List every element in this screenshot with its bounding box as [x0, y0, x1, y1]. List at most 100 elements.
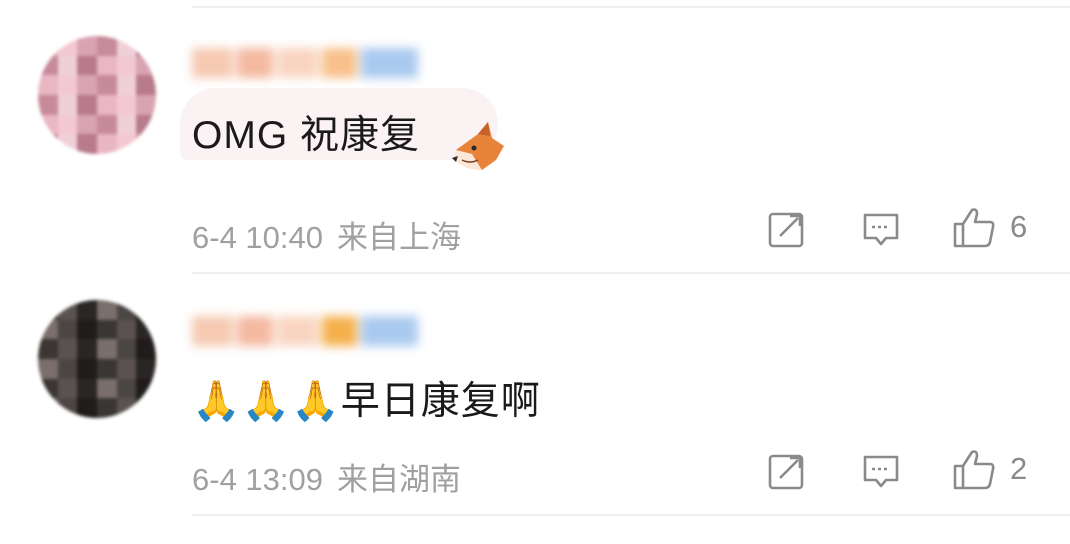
avatar-pixel	[57, 94, 78, 115]
avatar-pixel	[57, 339, 78, 359]
comment-text: 🙏🙏🙏早日康复啊	[192, 370, 541, 426]
avatar-pixel	[116, 358, 137, 379]
avatar-pixel	[57, 114, 78, 135]
avatar[interactable]	[38, 300, 156, 418]
avatar-pixel	[77, 358, 97, 379]
avatar-mosaic	[38, 300, 156, 418]
avatar-pixel	[96, 94, 117, 115]
avatar-mosaic	[38, 36, 156, 154]
avatar-pixel	[96, 319, 117, 340]
avatar-pixel	[96, 339, 117, 359]
avatar-pixel	[38, 36, 58, 56]
avatar-pixel	[136, 94, 156, 115]
username-pixel	[360, 316, 419, 346]
avatar-pixel	[77, 339, 97, 359]
username[interactable]	[192, 312, 422, 350]
avatar-pixel	[57, 398, 78, 418]
thumbs-up-icon	[953, 208, 995, 248]
share-button[interactable]	[768, 210, 806, 248]
avatar-pixel	[38, 319, 58, 340]
avatar-pixel	[57, 134, 78, 154]
avatar-pixel	[136, 378, 156, 399]
avatar-pixel	[38, 339, 58, 359]
avatar-pixel	[116, 398, 137, 418]
avatar-pixel	[116, 75, 137, 95]
comment-icon	[863, 455, 899, 488]
avatar-pixel	[136, 114, 156, 135]
avatar-pixel	[116, 319, 137, 340]
comment-meta: 6-4 13:09 来自湖南	[192, 454, 461, 499]
share-icon	[768, 454, 804, 490]
avatar-pixel	[38, 134, 58, 154]
avatar-pixel	[96, 55, 117, 76]
thumbs-up-icon	[953, 450, 995, 490]
avatar-pixel	[116, 55, 137, 76]
share-button[interactable]	[768, 452, 806, 490]
like-count: 2	[1010, 451, 1028, 486]
avatar-pixel	[38, 378, 58, 399]
comment-location: 来自湖南	[337, 462, 461, 497]
reply-button[interactable]	[862, 452, 900, 490]
username-pixel	[277, 48, 318, 78]
avatar-pixel	[136, 319, 156, 340]
avatar-pixel	[116, 300, 137, 320]
top-divider	[192, 6, 1070, 8]
username-pixel	[321, 48, 357, 78]
avatar-pixel	[77, 134, 97, 154]
comment-icon	[863, 213, 899, 246]
fox-sticker-icon	[452, 122, 504, 170]
username-pixel	[192, 316, 233, 346]
like-button[interactable]: 2	[952, 448, 1027, 490]
avatar-pixel	[96, 378, 117, 399]
avatar-pixel	[136, 55, 156, 76]
avatar[interactable]	[38, 36, 156, 154]
avatar-pixel	[57, 319, 78, 340]
like-count: 6	[1010, 209, 1028, 244]
avatar-pixel	[38, 398, 58, 418]
avatar-pixel	[136, 134, 156, 154]
comment-time: 6-4 10:40	[192, 220, 323, 255]
like-button[interactable]: 6	[952, 206, 1027, 248]
username[interactable]	[192, 44, 422, 82]
avatar-pixel	[116, 378, 137, 399]
avatar-pixel	[38, 94, 58, 115]
comment-divider	[192, 272, 1070, 274]
avatar-pixel	[38, 114, 58, 135]
avatar-pixel	[136, 300, 156, 320]
avatar-pixel	[38, 55, 58, 76]
avatar-pixel	[116, 94, 137, 115]
avatar-pixel	[96, 134, 117, 154]
username-pixel	[277, 316, 318, 346]
avatar-pixel	[96, 358, 117, 379]
avatar-pixel	[57, 75, 78, 95]
avatar-pixel	[77, 300, 97, 320]
avatar-pixel	[77, 398, 97, 418]
avatar-pixel	[38, 358, 58, 379]
avatar-pixel	[57, 55, 78, 76]
username-pixel	[236, 316, 274, 346]
reply-button[interactable]	[862, 210, 900, 248]
avatar-pixel	[116, 36, 137, 56]
avatar-pixel	[136, 358, 156, 379]
comment-meta: 6-4 10:40 来自上海	[192, 212, 461, 257]
avatar-pixel	[96, 114, 117, 135]
bottom-divider	[192, 514, 1070, 516]
avatar-pixel	[77, 55, 97, 76]
avatar-pixel	[57, 300, 78, 320]
avatar-pixel	[77, 114, 97, 135]
username-pixel	[236, 48, 274, 78]
comment-text: OMG 祝康复	[192, 114, 420, 157]
praying-hands-emoji: 🙏🙏🙏	[192, 379, 341, 424]
username-pixel	[360, 48, 419, 78]
comment-location: 来自上海	[337, 220, 461, 255]
avatar-pixel	[96, 398, 117, 418]
avatar-pixel	[116, 114, 137, 135]
comment-text-body: 早日康复啊	[340, 380, 541, 423]
avatar-pixel	[136, 75, 156, 95]
avatar-pixel	[96, 300, 117, 320]
avatar-pixel	[57, 358, 78, 379]
avatar-pixel	[77, 319, 97, 340]
comment-list: OMG 祝康复 6-4 10:40 来自上海 6 🙏🙏🙏早日康复啊 6-4 13…	[0, 0, 1070, 544]
avatar-pixel	[77, 75, 97, 95]
comment-time: 6-4 13:09	[192, 462, 323, 497]
